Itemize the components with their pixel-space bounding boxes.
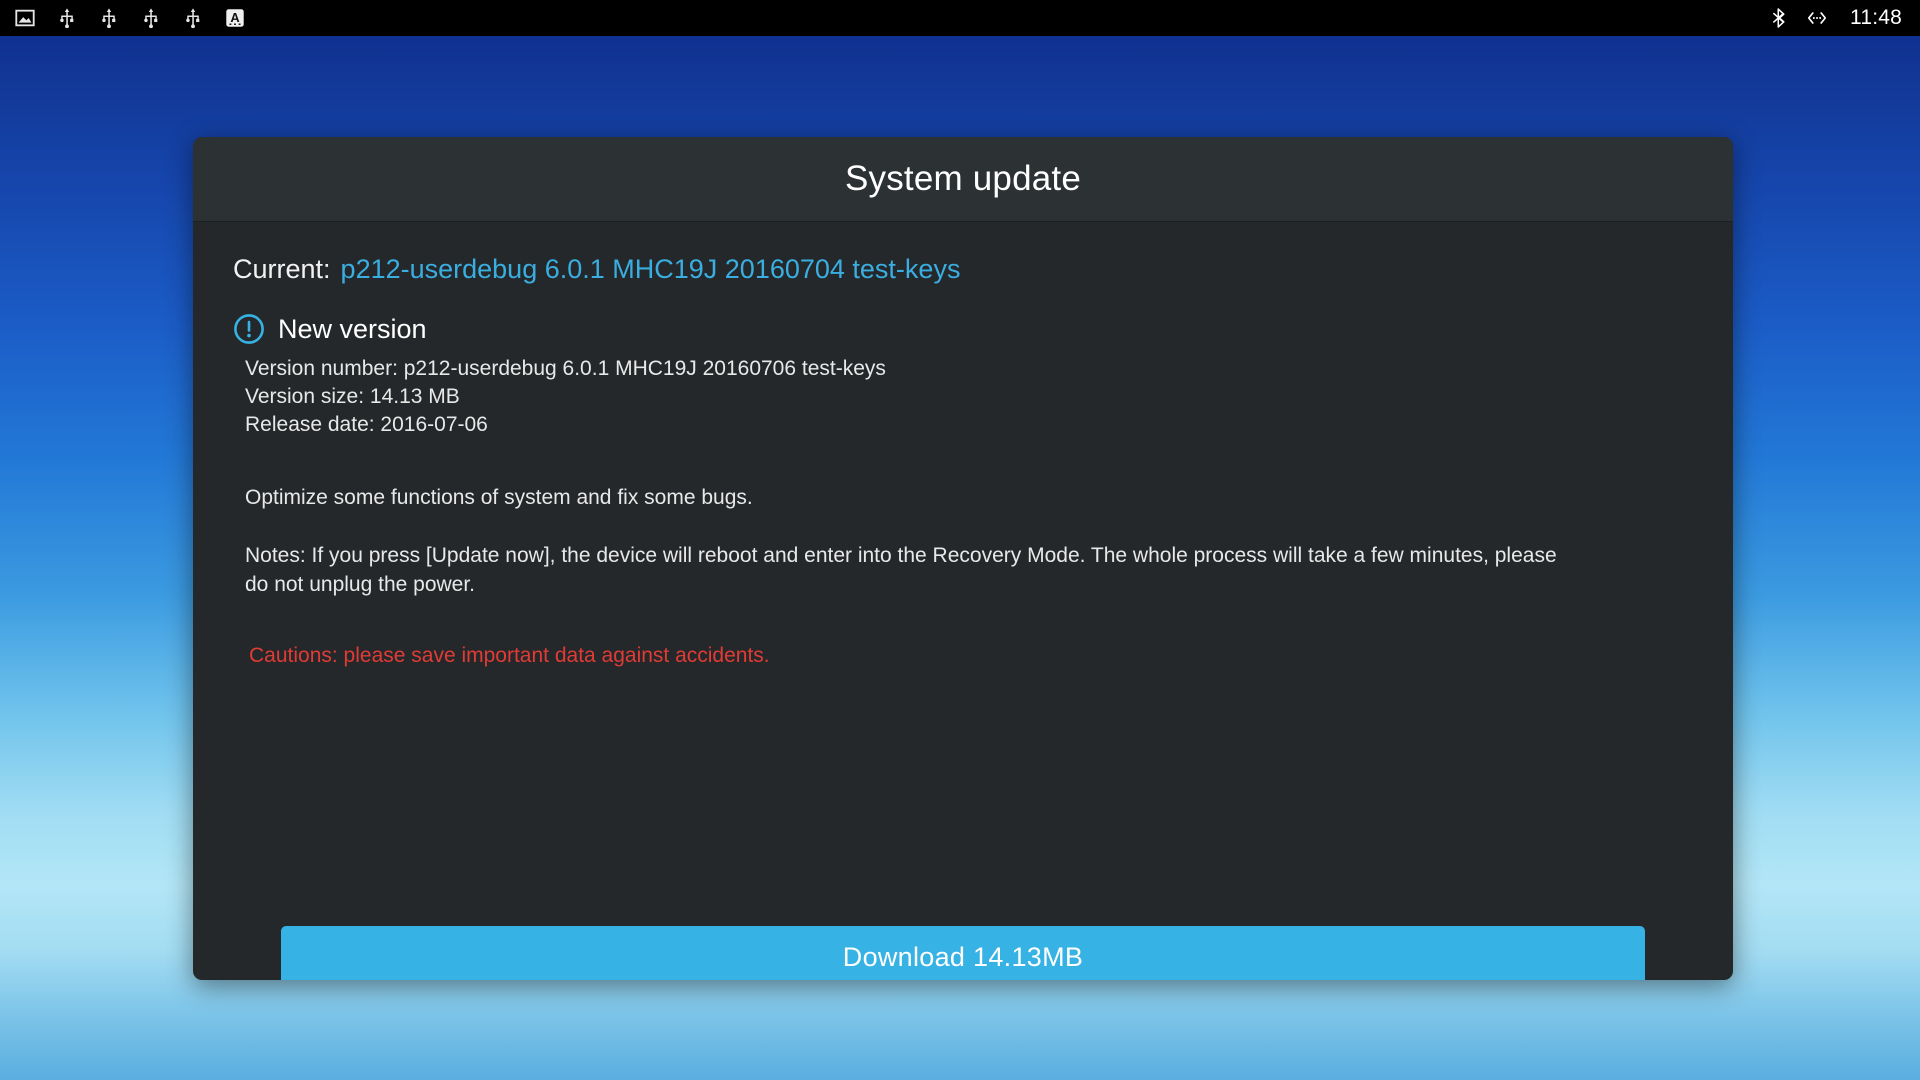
status-bar-right-icons: 11:48 xyxy=(1768,6,1920,30)
new-version-details: Version number: p212-userdebug 6.0.1 MHC… xyxy=(245,355,1693,439)
description-text: Optimize some functions of system and fi… xyxy=(245,485,753,509)
bluetooth-icon[interactable] xyxy=(1768,7,1790,29)
status-bar-left-icons: A xyxy=(0,7,246,29)
system-update-dialog: System update Current: p212-userdebug 6.… xyxy=(193,137,1733,980)
version-number-text: Version number: p212-userdebug 6.0.1 MHC… xyxy=(245,357,886,380)
new-version-header: New version xyxy=(233,313,1693,345)
dialog-title-bar: System update xyxy=(193,137,1733,222)
usb-icon[interactable] xyxy=(182,7,204,29)
status-bar-clock: 11:48 xyxy=(1850,6,1902,29)
version-size-text: Version size: 14.13 MB xyxy=(245,384,460,408)
current-version-label: Current: xyxy=(233,254,331,284)
new-version-title: New version xyxy=(278,313,427,344)
page-title: System update xyxy=(844,159,1082,198)
current-version-value: p212-userdebug 6.0.1 MHC19J 20160704 tes… xyxy=(340,254,961,284)
download-button-label: Download 14.13MB xyxy=(842,941,1084,972)
usb-icon[interactable] xyxy=(98,7,120,29)
input-method-icon[interactable]: A xyxy=(224,7,246,29)
notes-text: Notes: If you press [Update now], the de… xyxy=(245,543,1557,597)
usb-icon[interactable] xyxy=(56,7,78,29)
usb-icon[interactable] xyxy=(140,7,162,29)
status-bar: A 11:48 xyxy=(0,0,1920,36)
screenshot-icon[interactable] xyxy=(14,7,36,29)
download-button[interactable]: Download 14.13MB xyxy=(281,926,1645,980)
svg-text:A: A xyxy=(230,10,239,25)
dialog-body: Current: p212-userdebug 6.0.1 MHC19J 201… xyxy=(193,254,1733,980)
description-block: Optimize some functions of system and fi… xyxy=(245,483,1585,600)
alert-circle-icon xyxy=(233,313,265,345)
current-version-row: Current: p212-userdebug 6.0.1 MHC19J 201… xyxy=(233,254,1693,285)
release-date-text: Release date: 2016-07-06 xyxy=(245,412,488,436)
caution-text: Cautions: please save important data aga… xyxy=(249,644,770,668)
ethernet-icon[interactable] xyxy=(1806,7,1828,29)
